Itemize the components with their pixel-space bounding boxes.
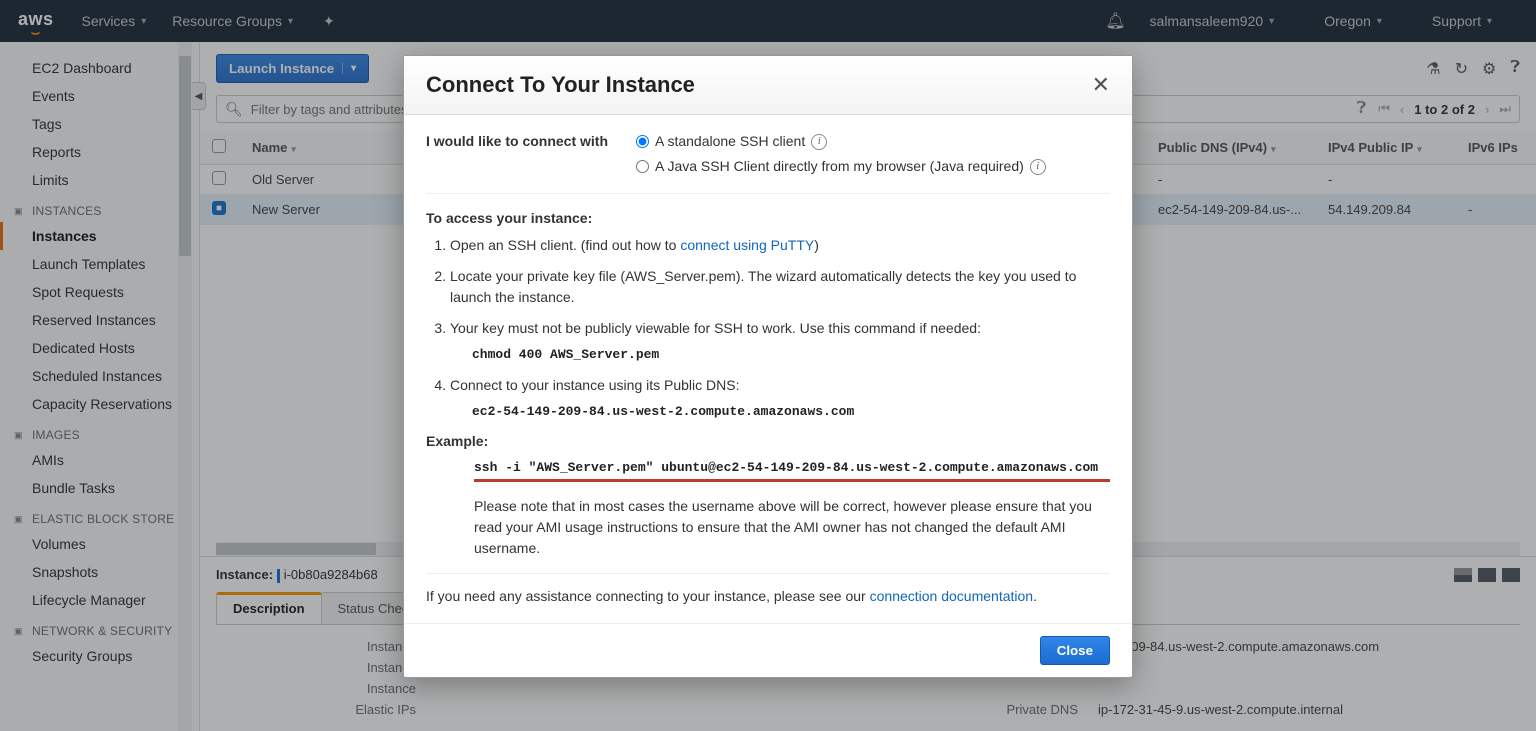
username-note: Please note that in most cases the usern… [474,496,1110,559]
code-ssh-example: ssh -i "AWS_Server.pem" ubuntu@ec2-54-14… [474,458,1110,482]
instructions-list: Open an SSH client. (find out how to con… [450,235,1110,421]
info-icon[interactable]: i [1030,159,1046,175]
connect-modal: Connect To Your Instance ✕ I would like … [403,55,1133,678]
access-heading: To access your instance: [426,208,1110,229]
code-dns: ec2-54-149-209-84.us-west-2.compute.amaz… [472,402,1110,422]
connect-with-label: I would like to connect with [426,131,616,181]
radio-ssh-client[interactable]: A standalone SSH client i [636,131,1046,152]
help-text: If you need any assistance connecting to… [426,573,1110,607]
radio-java-client[interactable]: A Java SSH Client directly from my brows… [636,156,1046,177]
info-icon[interactable]: i [811,134,827,150]
link-putty[interactable]: connect using PuTTY [680,237,814,253]
modal-overlay: Connect To Your Instance ✕ I would like … [0,0,1536,731]
link-connection-docs[interactable]: connection documentation [870,588,1033,604]
close-icon[interactable]: ✕ [1092,72,1110,98]
modal-title: Connect To Your Instance [426,72,695,98]
code-chmod: chmod 400 AWS_Server.pem [472,345,1110,365]
close-button[interactable]: Close [1040,636,1110,665]
example-heading: Example: [426,431,1110,452]
